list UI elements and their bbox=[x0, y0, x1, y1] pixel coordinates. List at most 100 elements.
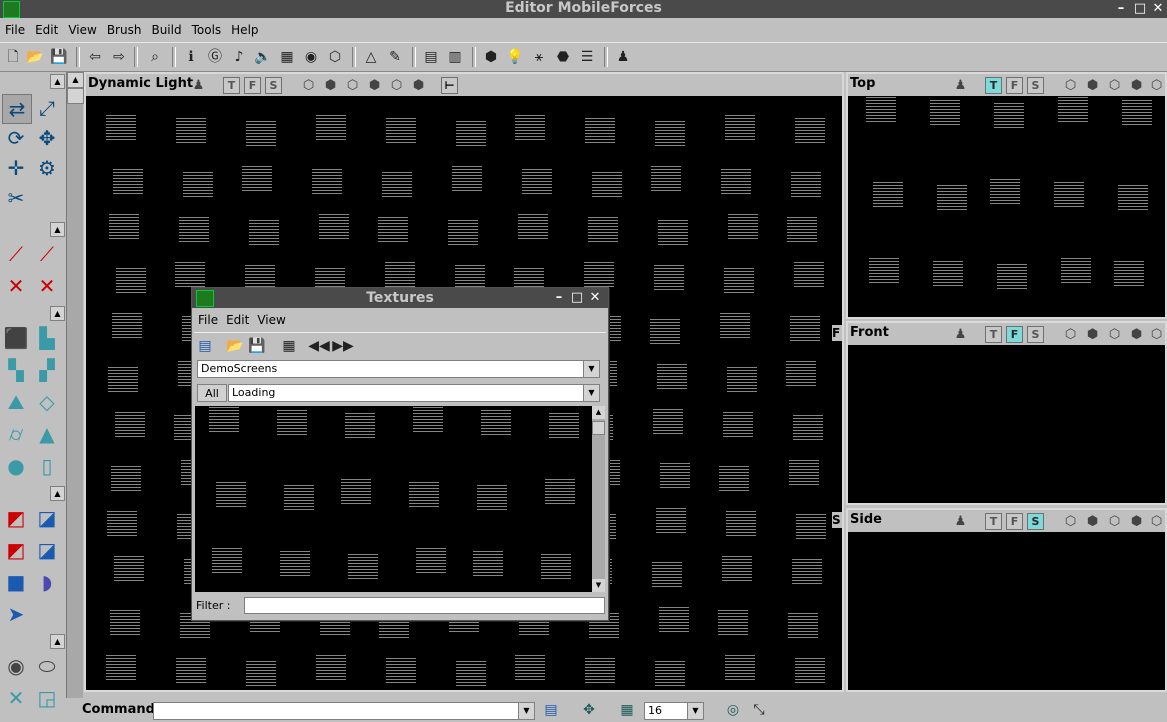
grid-icon[interactable]: ▦ bbox=[616, 699, 638, 721]
chevron-down-icon[interactable]: ▼ bbox=[518, 703, 534, 719]
2d-shape-editor-icon[interactable]: △ bbox=[360, 46, 382, 68]
texture-rotate-icon[interactable]: ⚙ bbox=[33, 154, 61, 182]
next-texture-icon[interactable]: ▶▶ bbox=[332, 335, 354, 357]
toggle-top-view-button[interactable]: T bbox=[223, 77, 240, 94]
menu-brush[interactable]: Brush bbox=[102, 20, 147, 40]
open-folder-icon[interactable]: 📂 bbox=[24, 46, 46, 68]
level-properties-icon[interactable]: ▤ bbox=[420, 46, 442, 68]
hide-selected-icon[interactable]: ⬭ bbox=[33, 652, 61, 680]
zone-view-icon[interactable]: ⬢ bbox=[1084, 513, 1101, 530]
build-options-icon[interactable]: ☰ bbox=[576, 46, 598, 68]
scroll-down-icon[interactable]: ▼ bbox=[592, 579, 605, 592]
collapse-brush-tools-icon[interactable]: ▲ bbox=[50, 306, 65, 321]
log-window-icon[interactable]: ▤ bbox=[540, 699, 562, 721]
zone-view-icon[interactable]: ⬢ bbox=[322, 77, 339, 94]
build-lighting-icon[interactable]: 💡 bbox=[504, 46, 526, 68]
menu-tools[interactable]: Tools bbox=[187, 20, 227, 40]
polygon-view-icon[interactable]: ⬢ bbox=[1128, 326, 1145, 343]
actor-properties-icon[interactable]: ℹ bbox=[180, 46, 202, 68]
filter-input[interactable] bbox=[244, 597, 605, 614]
curved-stairs-icon[interactable]: ▚ bbox=[2, 356, 30, 384]
toggle-top-view-button[interactable]: T bbox=[985, 77, 1002, 94]
cube-brush-icon[interactable]: ⬛ bbox=[2, 324, 30, 352]
group-browser-icon[interactable]: Ⓖ bbox=[204, 46, 226, 68]
menu-help[interactable]: Help bbox=[226, 20, 263, 40]
package-select[interactable]: DemoScreens ▼ bbox=[197, 360, 600, 378]
volumetric-brush-icon[interactable]: ▯ bbox=[33, 452, 61, 480]
toggle-front-view-button[interactable]: F bbox=[1006, 326, 1023, 343]
wireframe-view-icon[interactable]: ⬡ bbox=[1062, 513, 1079, 530]
actor-classes-icon[interactable]: ▥ bbox=[444, 46, 466, 68]
select-inside-icon[interactable]: ✕ bbox=[2, 684, 30, 712]
invert-selection-icon[interactable]: ◲ bbox=[33, 684, 61, 712]
polygon-view-icon[interactable]: ⬢ bbox=[1128, 513, 1145, 530]
menu-file[interactable]: File bbox=[0, 20, 30, 40]
clip-split-icon[interactable]: ✕ bbox=[2, 272, 30, 300]
wireframe-view-icon[interactable]: ⬡ bbox=[300, 77, 317, 94]
maximize-viewport-icon[interactable]: ⤡ bbox=[748, 699, 770, 721]
intersect-brush-icon[interactable]: ◩ bbox=[2, 536, 30, 564]
brush-clip-icon[interactable]: ✂ bbox=[2, 184, 30, 212]
maximize-icon[interactable]: □ bbox=[568, 289, 586, 307]
lighting-view-icon[interactable]: ⬡ bbox=[388, 77, 405, 94]
build-paths-icon[interactable]: ⚹ bbox=[528, 46, 550, 68]
lighting-view-icon[interactable]: ⬡ bbox=[1148, 513, 1165, 530]
mesh-browser-icon[interactable]: ◉ bbox=[300, 46, 322, 68]
toggle-front-view-button[interactable]: F bbox=[244, 77, 261, 94]
toggle-top-view-button[interactable]: T bbox=[985, 326, 1002, 343]
scroll-up-icon[interactable]: ▲ bbox=[592, 406, 605, 419]
minimize-icon[interactable]: – bbox=[1112, 0, 1130, 18]
collapse-csg-tools-icon[interactable]: ▲ bbox=[50, 486, 65, 501]
zone-view-icon[interactable]: ⬢ bbox=[1084, 77, 1101, 94]
clip-line-icon[interactable]: ⟋ bbox=[2, 240, 30, 268]
depth-view-icon[interactable]: ⬢ bbox=[410, 77, 427, 94]
cone-brush-icon[interactable]: ▲ bbox=[33, 420, 61, 448]
show-selected-icon[interactable]: ◉ bbox=[2, 652, 30, 680]
command-input[interactable]: ▼ bbox=[153, 702, 535, 720]
group-select[interactable]: Loading ▼ bbox=[228, 384, 600, 402]
find-actor-icon[interactable]: ⌕ bbox=[144, 46, 166, 68]
textures-title-bar[interactable]: Textures – □ ✕ bbox=[192, 288, 608, 308]
scroll-up-icon[interactable]: ▲ bbox=[67, 72, 84, 88]
viewport-canvas[interactable] bbox=[848, 96, 1165, 317]
polygon-view-icon[interactable]: ⬢ bbox=[1128, 77, 1145, 94]
textures-menu-view[interactable]: View bbox=[253, 310, 289, 330]
scroll-thumb[interactable] bbox=[67, 88, 84, 104]
zone-view-icon[interactable]: ⬢ bbox=[1084, 326, 1101, 343]
new-file-icon[interactable]: 🗋 bbox=[2, 46, 24, 68]
wireframe-view-icon[interactable]: ⬡ bbox=[1062, 326, 1079, 343]
save-package-icon[interactable]: 💾 bbox=[246, 335, 268, 357]
chevron-down-icon[interactable]: ▼ bbox=[583, 385, 599, 401]
toggle-side-view-button[interactable]: S bbox=[1027, 77, 1044, 94]
redo-icon[interactable]: ⇨ bbox=[108, 46, 130, 68]
toggle-side-view-button[interactable]: S bbox=[1027, 326, 1044, 343]
texture-view-icon[interactable]: ⬡ bbox=[1106, 326, 1123, 343]
menu-build[interactable]: Build bbox=[146, 20, 186, 40]
rotation-grid-icon[interactable]: ◎ bbox=[722, 699, 744, 721]
snap-vertex-icon[interactable]: ✥ bbox=[578, 699, 600, 721]
viewport-top[interactable]: Top ♟ T F S ⬡ ⬢ ⬡ ⬢ ⬡ bbox=[846, 72, 1167, 319]
viewport-front[interactable]: Front ♟ T F S ⬡ ⬢ ⬡ ⬢ ⬡ bbox=[846, 321, 1167, 505]
menu-edit[interactable]: Edit bbox=[30, 20, 63, 40]
toggle-side-view-button[interactable]: S bbox=[265, 77, 282, 94]
lighting-view-icon[interactable]: ⬡ bbox=[1148, 77, 1165, 94]
cylinder-brush-icon[interactable]: ⌭ bbox=[2, 420, 30, 448]
viewport-options-icon[interactable]: ♟ bbox=[952, 77, 969, 94]
texture-pan-icon[interactable]: ✥ bbox=[33, 124, 61, 152]
collapse-camera-tools-icon[interactable]: ▲ bbox=[50, 74, 65, 89]
menu-view[interactable]: View bbox=[63, 20, 101, 40]
maximize-icon[interactable]: □ bbox=[1131, 0, 1149, 18]
textures-window[interactable]: Textures – □ ✕ File Edit View ▤ 📂 💾 ▦ ◀◀ ▶… bbox=[191, 287, 609, 621]
undo-icon[interactable]: ⇦ bbox=[84, 46, 106, 68]
texture-browser-icon[interactable]: ▦ bbox=[276, 46, 298, 68]
texture-view-icon[interactable]: ⬡ bbox=[344, 77, 361, 94]
polygon-view-icon[interactable]: ⬢ bbox=[366, 77, 383, 94]
add-static-mesh-icon[interactable]: ➤ bbox=[2, 600, 30, 628]
palette-scrollbar[interactable]: ▲ bbox=[66, 72, 84, 720]
clip-flip-icon[interactable]: ⟋ bbox=[33, 240, 61, 268]
terrain-brush-icon[interactable]: ⛰ bbox=[2, 388, 30, 416]
music-browser-icon[interactable]: ♪ bbox=[228, 46, 250, 68]
deintersect-brush-icon[interactable]: ◪ bbox=[33, 536, 61, 564]
texture-view-icon[interactable]: ⬡ bbox=[1106, 513, 1123, 530]
vertex-edit-icon[interactable]: ✛ bbox=[2, 154, 30, 182]
